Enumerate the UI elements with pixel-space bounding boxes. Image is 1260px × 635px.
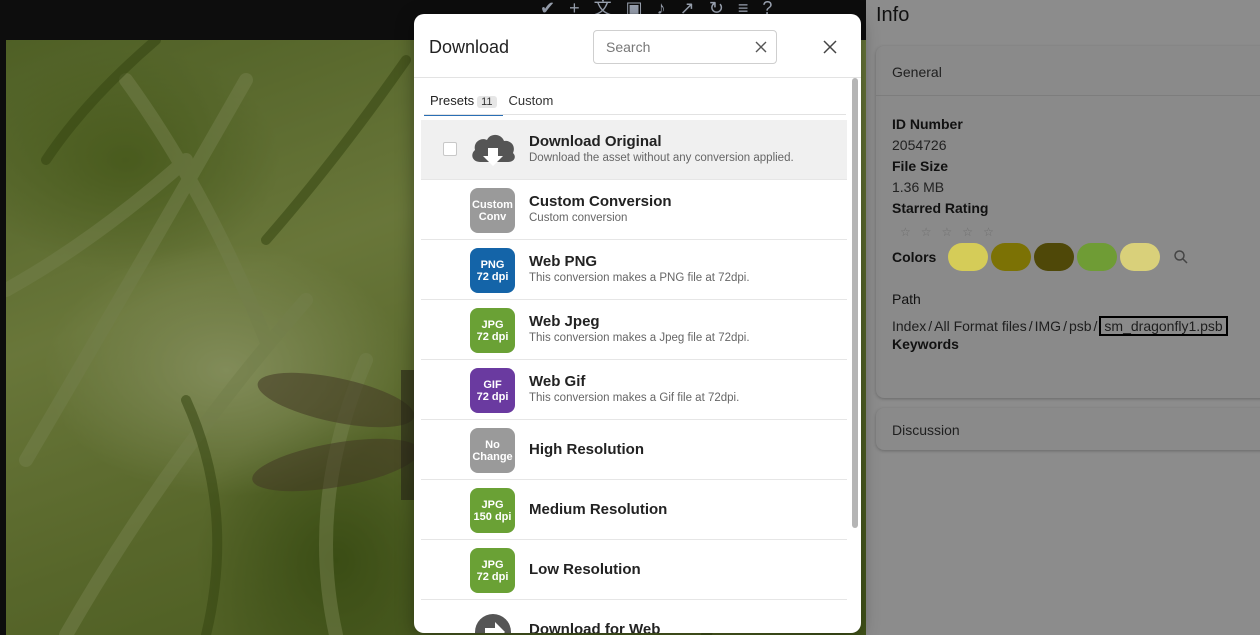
clear-icon[interactable] <box>754 40 768 54</box>
search-input[interactable] <box>604 38 754 56</box>
path-label: Path <box>892 291 921 307</box>
presets-count-badge: 11 <box>477 96 497 108</box>
download-dialog-header: Download <box>414 14 861 78</box>
preset-web-png[interactable]: PNG 72 dpi Web PNG This conversion makes… <box>421 240 847 300</box>
globe-download-icon <box>475 614 511 633</box>
preset-title: Custom Conversion <box>529 193 672 210</box>
tab-presets[interactable]: Presets 11 <box>424 91 503 116</box>
preset-download-original[interactable]: Download Original Download the asset wit… <box>421 120 847 180</box>
star-icon[interactable]: ☆ <box>921 225 932 239</box>
format-badge: GIF 72 dpi <box>470 368 515 413</box>
preset-list: Download Original Download the asset wit… <box>421 120 847 633</box>
file-size-label: File Size <box>892 158 949 174</box>
preset-title: Download for Web <box>529 621 661 633</box>
general-section: General ID Number 2054726 File Size 1.36… <box>876 46 1260 398</box>
color-swatch[interactable] <box>948 243 989 271</box>
tab-custom[interactable]: Custom <box>503 91 560 116</box>
preset-title: Web Gif <box>529 373 586 390</box>
color-swatch[interactable] <box>1077 243 1118 271</box>
tab-presets-label: Presets <box>430 93 475 108</box>
format-badge: No Change <box>470 428 515 473</box>
id-number-value: 2054726 <box>892 137 947 153</box>
preset-custom-conversion[interactable]: Custom Conv Custom Conversion Custom con… <box>421 180 847 240</box>
star-icon[interactable]: ☆ <box>942 225 953 239</box>
discussion-section[interactable]: Discussion <box>876 408 1260 450</box>
cloud-download-icon <box>472 134 515 166</box>
breadcrumb-item[interactable]: IMG <box>1035 318 1061 334</box>
preset-description: Custom conversion <box>529 212 628 224</box>
breadcrumb-item[interactable]: All Format files <box>934 318 1027 334</box>
search-icon[interactable] <box>1173 249 1189 265</box>
format-badge: PNG 72 dpi <box>470 248 515 293</box>
discussion-section-header[interactable]: Discussion <box>876 408 1260 458</box>
breadcrumb: Index / All Format files / IMG / psb / sm_dragon… <box>892 316 1260 336</box>
id-number-label: ID Number <box>892 116 963 132</box>
search-box[interactable] <box>593 30 777 64</box>
file-size-value: 1.36 MB <box>892 179 945 195</box>
preset-web-gif[interactable]: GIF 72 dpi Web Gif This conversion makes… <box>421 360 847 420</box>
colors-row: Colors <box>892 243 1260 271</box>
preset-description: This conversion makes a Jpeg file at 72d… <box>529 332 750 344</box>
download-dialog: Download Presets11 Custom Download Origi… <box>414 14 861 633</box>
color-swatch[interactable] <box>1120 243 1161 271</box>
format-badge: Custom Conv <box>470 188 515 233</box>
preset-title: Web Jpeg <box>529 313 600 330</box>
preset-title: Medium Resolution <box>529 501 668 518</box>
dialog-title: Download <box>429 37 510 57</box>
preset-description: This conversion makes a Gif file at 72dp… <box>529 392 740 404</box>
preset-description: This conversion makes a PNG file at 72dp… <box>529 272 750 284</box>
star-icon[interactable]: ☆ <box>983 225 994 239</box>
preset-low-resolution[interactable]: JPG 72 dpi Low Resolution <box>421 540 847 600</box>
format-badge: JPG 72 dpi <box>470 308 515 353</box>
preset-tabs: Presets 11 Custom <box>424 91 559 116</box>
preset-download-for-web[interactable]: Download for Web <box>421 600 847 633</box>
close-icon[interactable] <box>821 38 839 56</box>
format-badge: JPG 72 dpi <box>470 548 515 593</box>
preset-description: Download the asset without any conversio… <box>529 152 794 164</box>
select-checkbox[interactable] <box>443 142 457 156</box>
preset-high-resolution[interactable]: No Change High Resolution <box>421 420 847 480</box>
format-badge: JPG 150 dpi <box>470 488 515 533</box>
color-swatch[interactable] <box>991 243 1032 271</box>
starred-rating-label: Starred Rating <box>892 200 989 216</box>
star-icon[interactable]: ☆ <box>962 225 973 239</box>
star-rating[interactable]: ☆ ☆ ☆ ☆ ☆ <box>900 225 1260 239</box>
preset-title: Web PNG <box>529 253 598 270</box>
breadcrumb-item[interactable]: Index <box>892 318 926 334</box>
preset-web-jpeg[interactable]: JPG 72 dpi Web Jpeg This conversion make… <box>421 300 847 360</box>
info-panel: Info General ID Number 2054726 File Size… <box>866 0 1260 635</box>
star-icon[interactable]: ☆ <box>900 225 911 239</box>
preset-title: Low Resolution <box>529 561 641 578</box>
color-swatch[interactable] <box>1034 243 1075 271</box>
info-title: Info <box>876 4 910 26</box>
general-section-header[interactable]: General <box>876 46 1260 96</box>
colors-label: Colors <box>892 248 937 265</box>
preset-title: Download Original <box>529 133 662 150</box>
keywords-label: Keywords <box>892 336 959 352</box>
list-scrollbar[interactable] <box>852 78 858 528</box>
breadcrumb-item[interactable]: psb <box>1069 318 1092 334</box>
breadcrumb-current-file[interactable]: sm_dragonfly1.psb <box>1099 316 1228 336</box>
preset-title: High Resolution <box>529 441 644 458</box>
preset-medium-resolution[interactable]: JPG 150 dpi Medium Resolution <box>421 480 847 540</box>
